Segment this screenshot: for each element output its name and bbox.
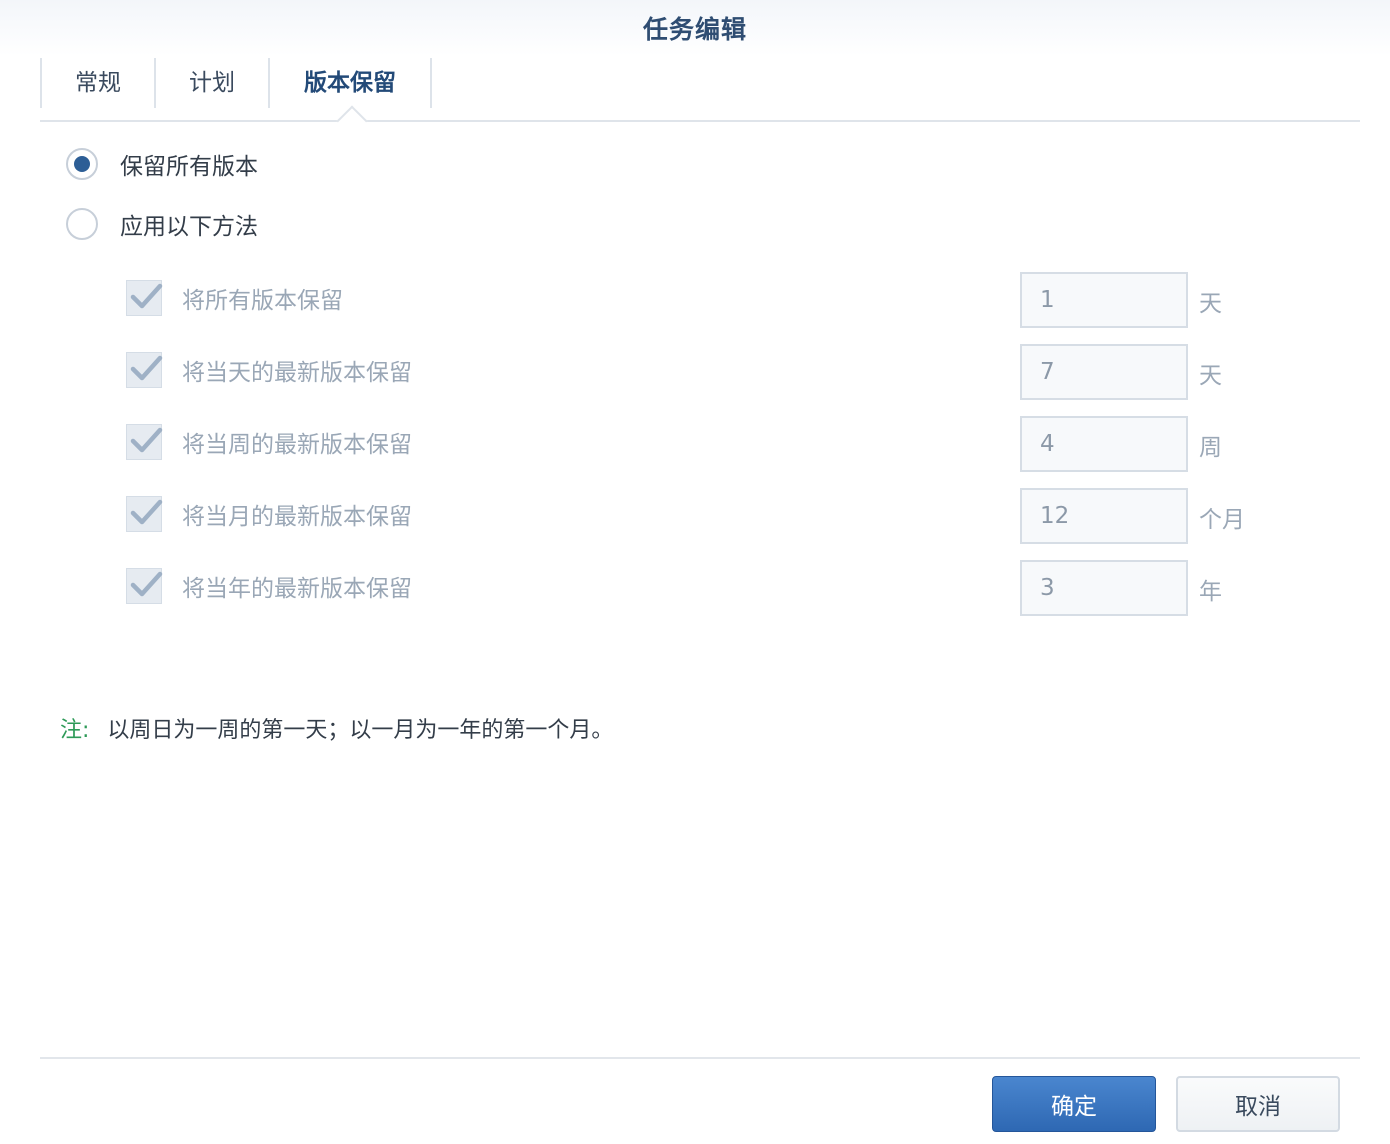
rule-row-yearly: 将当年的最新版本保留 (126, 566, 412, 606)
checkmark-icon (130, 283, 163, 309)
rule-value-input[interactable] (1020, 344, 1188, 400)
rule-value-input[interactable] (1020, 272, 1188, 328)
rule-row-keep-all: 将所有版本保留 (126, 278, 343, 318)
tab-version-retention[interactable]: 版本保留 (268, 58, 432, 108)
rule-row-daily: 将当天的最新版本保留 (126, 350, 412, 390)
rule-unit: 天 (1199, 291, 1222, 317)
rule-checkbox[interactable] (126, 424, 163, 460)
rule-row-weekly: 将当周的最新版本保留 (126, 422, 412, 462)
task-edit-dialog: 任务编辑 常规 计划 版本保留 保留所有版本 应用以下方法 将所有版本保留 天 … (0, 0, 1390, 1144)
rule-checkbox[interactable] (126, 280, 163, 316)
checkmark-icon (130, 499, 163, 525)
ok-button[interactable]: 确定 (992, 1076, 1156, 1132)
rule-unit: 周 (1199, 435, 1222, 461)
note-text: 以周日为一周的第一天；以一月为一年的第一个月。 (107, 718, 614, 743)
rule-unit: 年 (1199, 579, 1222, 605)
rule-checkbox[interactable] (126, 352, 163, 388)
rule-value-input[interactable] (1020, 560, 1188, 616)
rule-label: 将当周的最新版本保留 (182, 432, 412, 458)
note: 注: 以周日为一周的第一天；以一月为一年的第一个月。 (60, 712, 613, 744)
radio-keep-all-versions[interactable]: 保留所有版本 (66, 146, 258, 182)
checkmark-icon (130, 355, 163, 381)
radio-label: 保留所有版本 (120, 154, 258, 180)
cancel-button[interactable]: 取消 (1176, 1076, 1340, 1132)
title-bar: 任务编辑 (0, 0, 1390, 56)
active-tab-pointer (336, 105, 368, 137)
rule-checkbox[interactable] (126, 496, 163, 532)
rule-value-input[interactable] (1020, 488, 1188, 544)
checkmark-icon (130, 427, 163, 453)
note-label: 注: (60, 718, 90, 743)
tab-schedule[interactable]: 计划 (154, 58, 268, 108)
dialog-title: 任务编辑 (642, 15, 747, 44)
radio-button-unchecked[interactable] (66, 208, 98, 240)
rule-label: 将当年的最新版本保留 (182, 576, 412, 602)
rule-unit: 个月 (1199, 507, 1245, 533)
rule-label: 将当天的最新版本保留 (182, 360, 412, 386)
rule-unit: 天 (1199, 363, 1222, 389)
rule-row-monthly: 将当月的最新版本保留 (126, 494, 412, 534)
tab-general[interactable]: 常规 (40, 58, 154, 108)
rule-label: 将所有版本保留 (182, 288, 343, 314)
rule-value-input[interactable] (1020, 416, 1188, 472)
radio-button-checked[interactable] (66, 148, 98, 180)
rule-label: 将当月的最新版本保留 (182, 504, 412, 530)
checkmark-icon (130, 571, 163, 597)
rule-checkbox[interactable] (126, 568, 163, 604)
tab-divider (40, 120, 1360, 122)
radio-label: 应用以下方法 (120, 214, 258, 240)
radio-apply-rules[interactable]: 应用以下方法 (66, 206, 258, 242)
footer-divider (40, 1057, 1360, 1059)
